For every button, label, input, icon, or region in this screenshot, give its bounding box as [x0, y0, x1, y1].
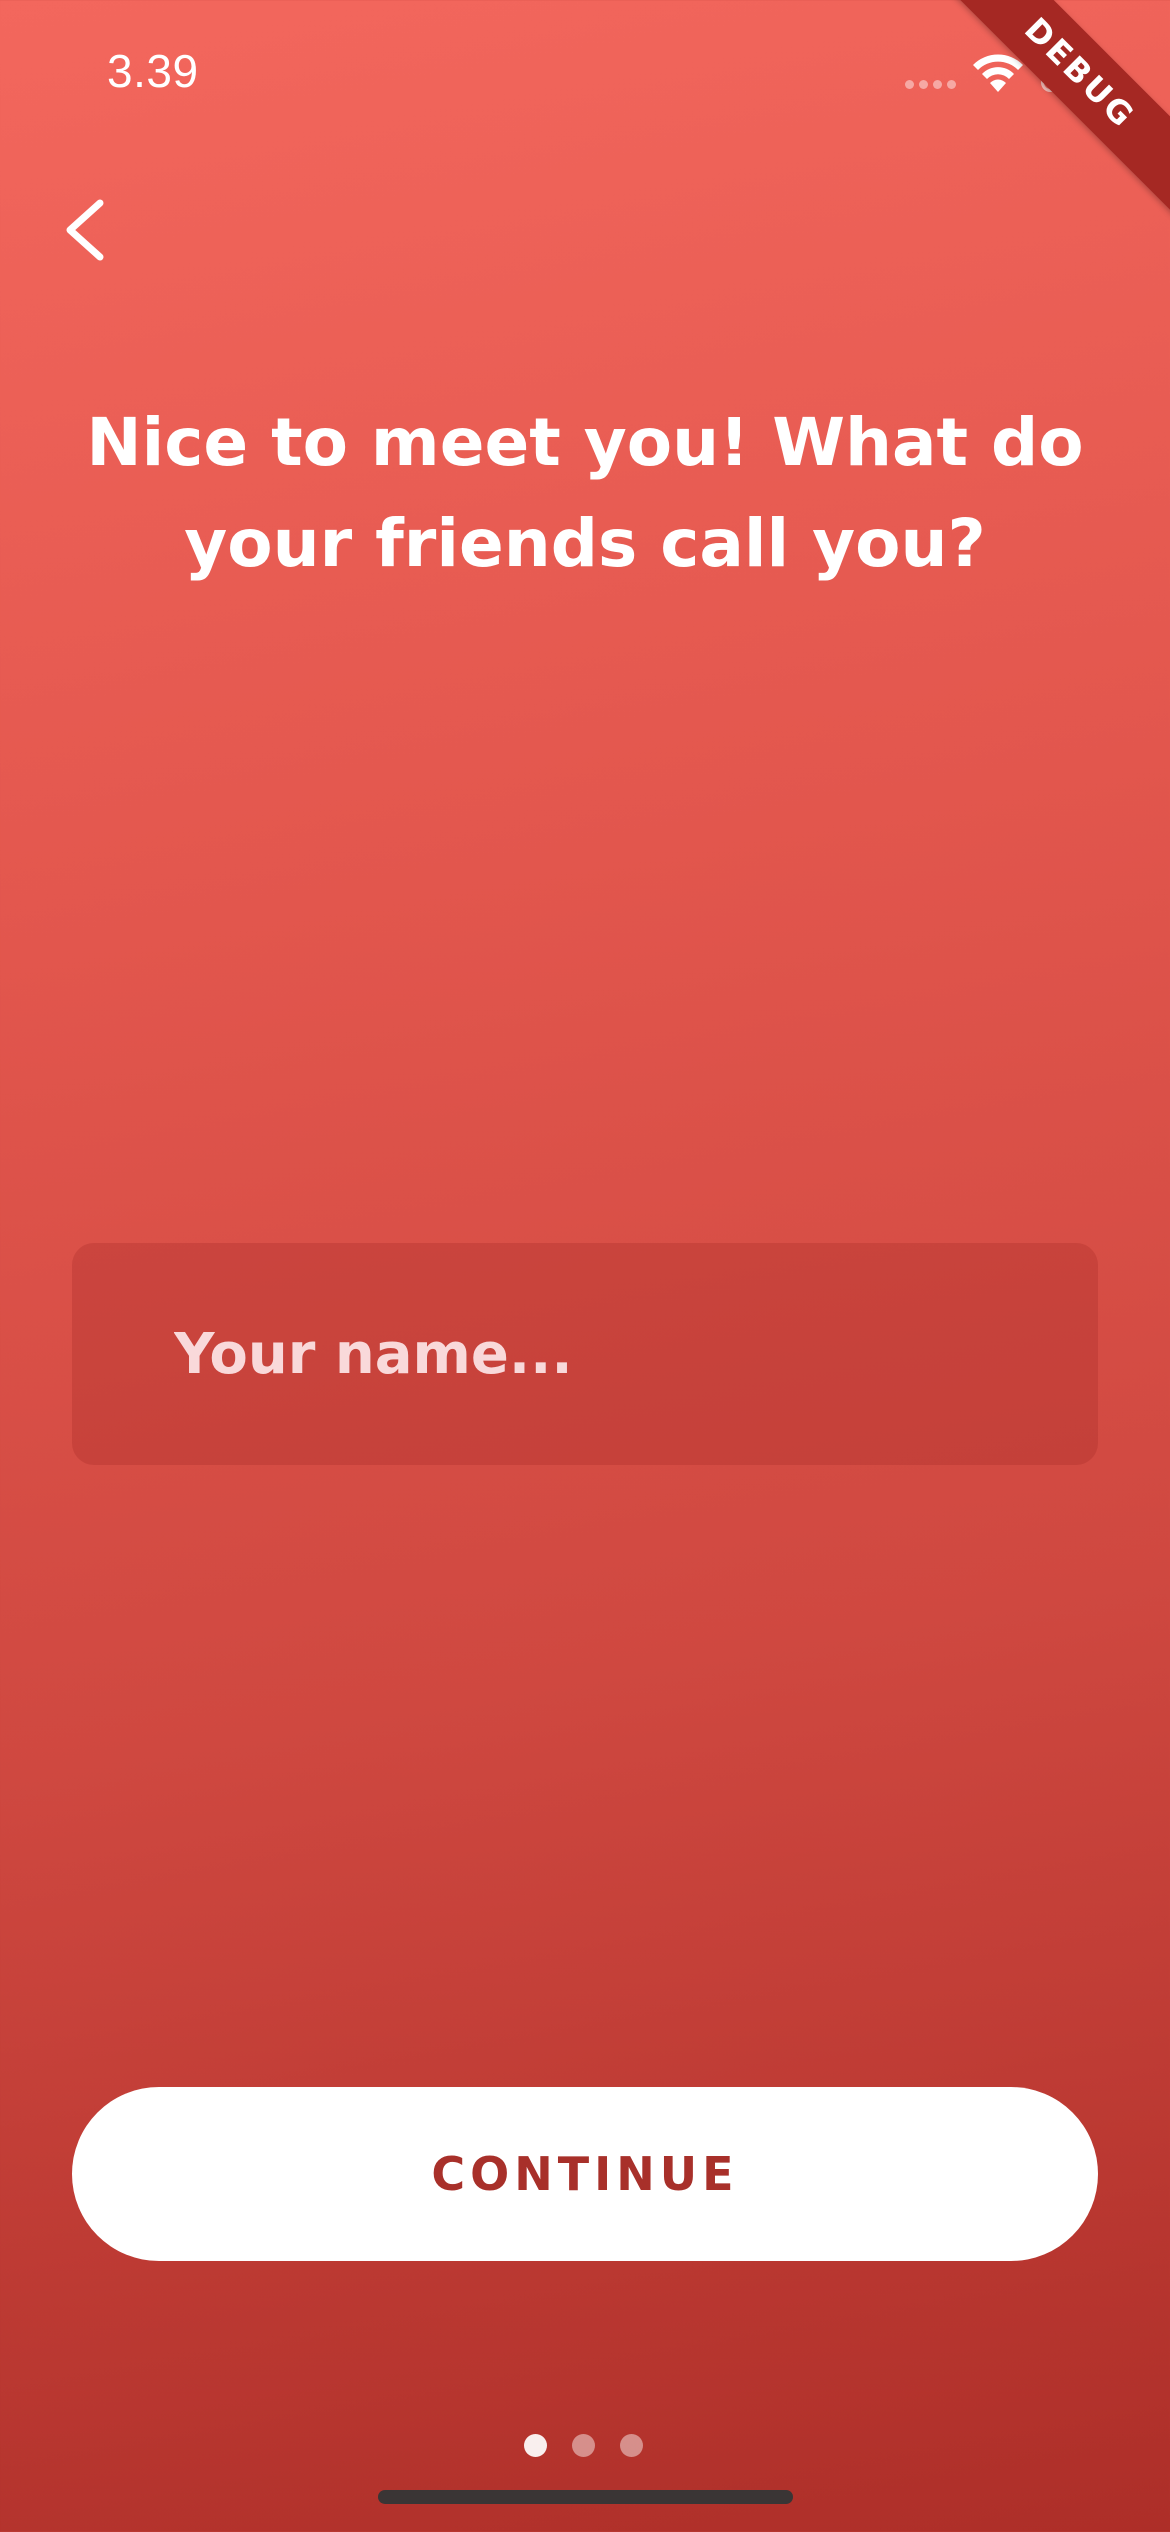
- signal-dots-icon: [905, 80, 956, 89]
- name-input[interactable]: [172, 1320, 1056, 1388]
- page-title: Nice to meet you! What do your friends c…: [86, 404, 1084, 582]
- home-indicator: [378, 2490, 793, 2504]
- name-field[interactable]: [72, 1243, 1098, 1465]
- page-dot: [620, 2434, 643, 2457]
- continue-button[interactable]: CONTINUE: [72, 2087, 1098, 2261]
- chevron-left-icon: [66, 199, 104, 261]
- status-time: 3.39: [107, 45, 199, 97]
- page-dot: [524, 2434, 547, 2457]
- back-button[interactable]: [36, 180, 136, 280]
- wifi-icon: [973, 54, 1023, 92]
- continue-button-label: CONTINUE: [431, 2147, 739, 2201]
- page-dot: [572, 2434, 595, 2457]
- page-indicator: [524, 2434, 643, 2457]
